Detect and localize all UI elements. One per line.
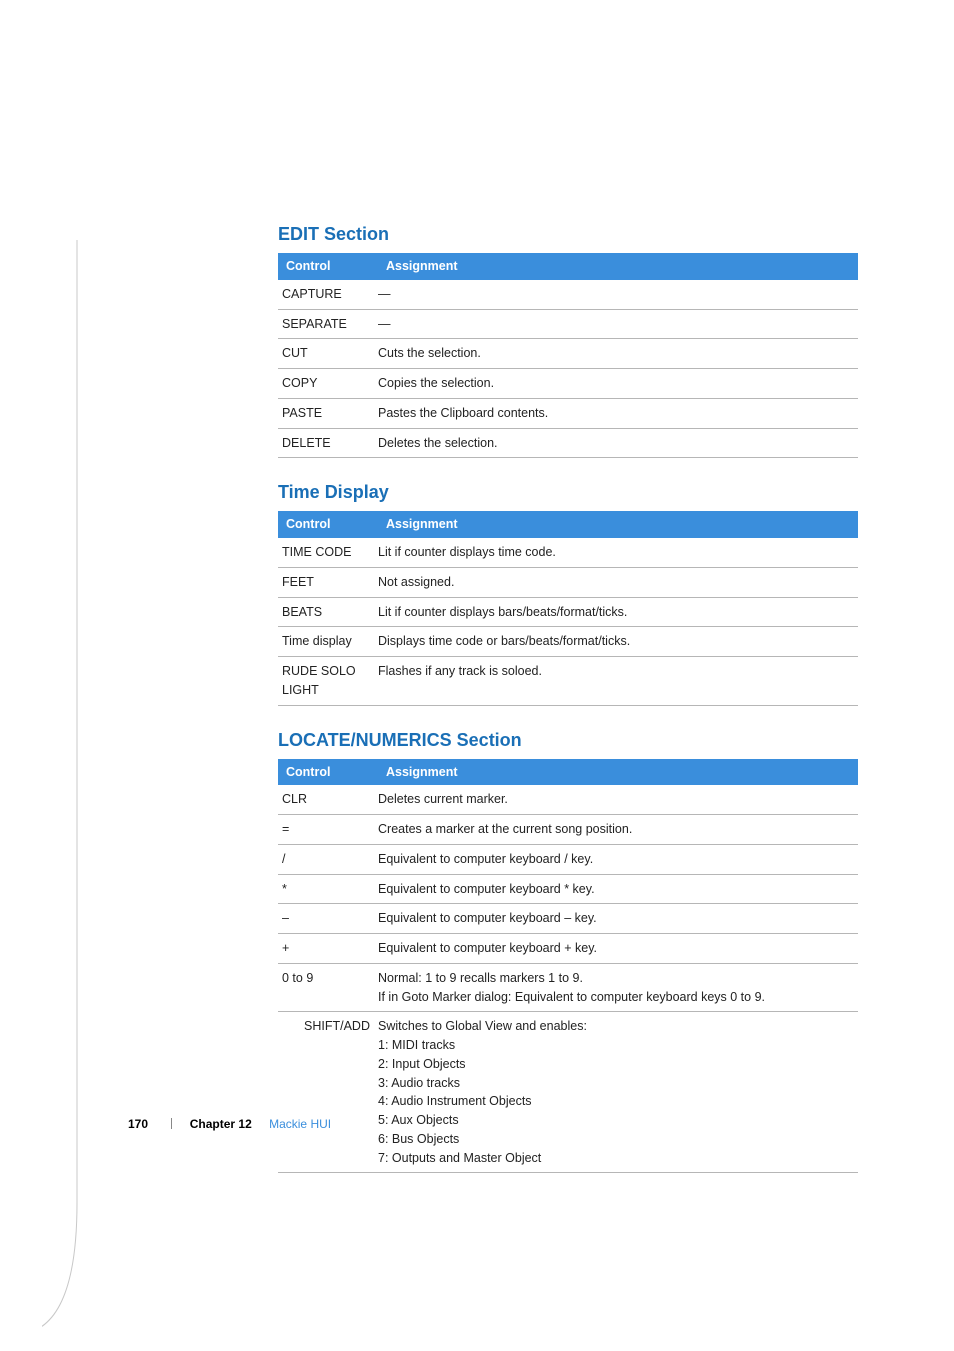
cell-assignment: Creates a marker at the current song pos… — [378, 815, 858, 845]
cell-control: CUT — [278, 339, 378, 369]
table-row: =Creates a marker at the current song po… — [278, 815, 858, 845]
cell-assignment: — — [378, 280, 858, 309]
assignment-line: 3: Audio tracks — [378, 1074, 850, 1093]
table-row: RUDE SOLO LIGHTFlashes if any track is s… — [278, 657, 858, 706]
chapter-label: Chapter 12 — [190, 1117, 252, 1131]
table-row: CAPTURE— — [278, 280, 858, 309]
page-number: 170 — [128, 1117, 148, 1131]
table-row: CLRDeletes current marker. — [278, 785, 858, 814]
col-assignment-header: Assignment — [378, 511, 858, 538]
table-row: –Equivalent to computer keyboard – key. — [278, 904, 858, 934]
footer-separator — [171, 1118, 172, 1129]
cell-assignment: Switches to Global View and enables: 1: … — [378, 1012, 858, 1173]
section-heading-time: Time Display — [278, 482, 858, 503]
table-row: CUTCuts the selection. — [278, 339, 858, 369]
cell-control: TIME CODE — [278, 538, 378, 567]
table-row: SEPARATE— — [278, 309, 858, 339]
cell-assignment: — — [378, 309, 858, 339]
page-content: EDIT Section Control Assignment CAPTURE—… — [0, 0, 954, 1173]
col-assignment-header: Assignment — [378, 759, 858, 786]
cell-control: BEATS — [278, 597, 378, 627]
cell-control: = — [278, 815, 378, 845]
cell-assignment: Deletes current marker. — [378, 785, 858, 814]
table-row: DELETEDeletes the selection. — [278, 428, 858, 458]
table-row: TIME CODELit if counter displays time co… — [278, 538, 858, 567]
col-control-header: Control — [278, 759, 378, 786]
cell-assignment: Pastes the Clipboard contents. — [378, 398, 858, 428]
page-footer: 170 Chapter 12 Mackie HUI — [128, 1117, 331, 1131]
cell-control: / — [278, 844, 378, 874]
table-row: *Equivalent to computer keyboard * key. — [278, 874, 858, 904]
table-locate-numerics: Control Assignment CLRDeletes current ma… — [278, 759, 858, 1174]
cell-assignment: Equivalent to computer keyboard / key. — [378, 844, 858, 874]
cell-control: SEPARATE — [278, 309, 378, 339]
assignment-line: 2: Input Objects — [378, 1055, 850, 1074]
cell-assignment: Normal: 1 to 9 recalls markers 1 to 9. I… — [378, 963, 858, 1012]
cell-control: Time display — [278, 627, 378, 657]
cell-assignment: Equivalent to computer keyboard – key. — [378, 904, 858, 934]
assignment-line: 4: Audio Instrument Objects — [378, 1092, 850, 1111]
col-control-header: Control — [278, 253, 378, 280]
cell-control: SHIFT/ADD — [278, 1012, 378, 1173]
cell-assignment: Copies the selection. — [378, 369, 858, 399]
cell-assignment: Lit if counter displays time code. — [378, 538, 858, 567]
cell-control: FEET — [278, 567, 378, 597]
table-row: 0 to 9 Normal: 1 to 9 recalls markers 1 … — [278, 963, 858, 1012]
col-control-header: Control — [278, 511, 378, 538]
cell-assignment: Not assigned. — [378, 567, 858, 597]
cell-assignment: Deletes the selection. — [378, 428, 858, 458]
cell-assignment: Flashes if any track is soloed. — [378, 657, 858, 706]
chapter-title: Mackie HUI — [269, 1117, 331, 1131]
cell-control: 0 to 9 — [278, 963, 378, 1012]
table-row: COPYCopies the selection. — [278, 369, 858, 399]
cell-control: PASTE — [278, 398, 378, 428]
col-assignment-header: Assignment — [378, 253, 858, 280]
assignment-line: 7: Outputs and Master Object — [378, 1149, 850, 1168]
section-heading-edit: EDIT Section — [278, 224, 858, 245]
cell-assignment: Equivalent to computer keyboard + key. — [378, 934, 858, 964]
cell-control: CAPTURE — [278, 280, 378, 309]
assignment-line: 1: MIDI tracks — [378, 1036, 850, 1055]
cell-assignment: Lit if counter displays bars/beats/forma… — [378, 597, 858, 627]
assignment-line: 5: Aux Objects — [378, 1111, 850, 1130]
cell-control: COPY — [278, 369, 378, 399]
assignment-line: Normal: 1 to 9 recalls markers 1 to 9. — [378, 969, 850, 988]
table-row: SHIFT/ADD Switches to Global View and en… — [278, 1012, 858, 1173]
cell-control: CLR — [278, 785, 378, 814]
cell-assignment: Cuts the selection. — [378, 339, 858, 369]
assignment-line: Switches to Global View and enables: — [378, 1017, 850, 1036]
table-row: +Equivalent to computer keyboard + key. — [278, 934, 858, 964]
assignment-line: If in Goto Marker dialog: Equivalent to … — [378, 988, 850, 1007]
cell-control: DELETE — [278, 428, 378, 458]
cell-control: * — [278, 874, 378, 904]
cell-assignment: Displays time code or bars/beats/format/… — [378, 627, 858, 657]
table-row: FEETNot assigned. — [278, 567, 858, 597]
cell-control: + — [278, 934, 378, 964]
table-time-display: Control Assignment TIME CODELit if count… — [278, 511, 858, 705]
table-row: PASTEPastes the Clipboard contents. — [278, 398, 858, 428]
section-heading-locate: LOCATE/NUMERICS Section — [278, 730, 858, 751]
table-row: /Equivalent to computer keyboard / key. — [278, 844, 858, 874]
cell-assignment: Equivalent to computer keyboard * key. — [378, 874, 858, 904]
cell-control: RUDE SOLO LIGHT — [278, 657, 378, 706]
table-edit-section: Control Assignment CAPTURE— SEPARATE— CU… — [278, 253, 858, 458]
cell-control: – — [278, 904, 378, 934]
table-row: BEATSLit if counter displays bars/beats/… — [278, 597, 858, 627]
table-row: Time displayDisplays time code or bars/b… — [278, 627, 858, 657]
assignment-line: 6: Bus Objects — [378, 1130, 850, 1149]
binding-curve-icon — [42, 240, 82, 1351]
